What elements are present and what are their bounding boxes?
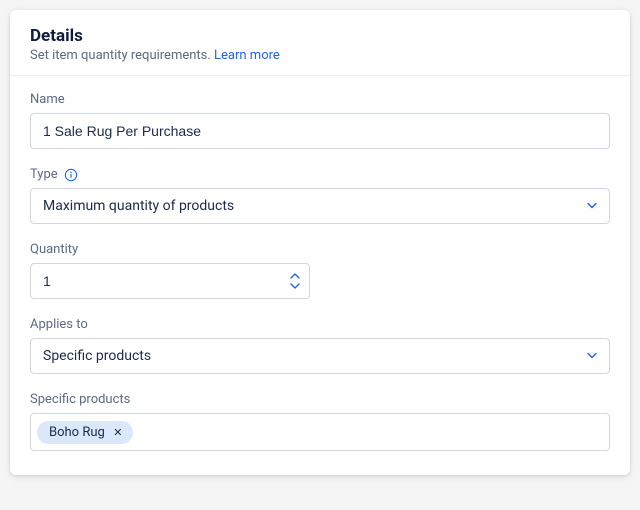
product-tag-label: Boho Rug xyxy=(49,425,105,440)
type-label: Type xyxy=(30,167,58,182)
specific-products-input[interactable]: Boho Rug ✕ xyxy=(30,413,610,451)
card-title: Details xyxy=(30,26,610,46)
applies-to-label: Applies to xyxy=(30,317,88,332)
card-body: Name Type Maximum quantity of products xyxy=(10,76,630,451)
info-icon[interactable] xyxy=(64,168,78,182)
type-value: Maximum quantity of products xyxy=(43,198,234,214)
applies-to-select[interactable]: Specific products xyxy=(30,338,610,374)
name-label: Name xyxy=(30,92,65,107)
quantity-stepper xyxy=(288,271,302,291)
product-tag: Boho Rug ✕ xyxy=(37,421,133,444)
quantity-field: Quantity xyxy=(30,242,610,299)
name-field: Name xyxy=(30,92,610,149)
type-select[interactable]: Maximum quantity of products xyxy=(30,188,610,224)
stepper-up-icon[interactable] xyxy=(288,271,302,281)
quantity-label: Quantity xyxy=(30,242,78,257)
specific-products-label: Specific products xyxy=(30,392,130,407)
type-field: Type Maximum quantity of products xyxy=(30,167,610,224)
applies-to-value: Specific products xyxy=(43,348,151,364)
card-header: Details Set item quantity requirements. … xyxy=(10,10,630,76)
applies-to-field: Applies to Specific products xyxy=(30,317,610,374)
stepper-down-icon[interactable] xyxy=(288,281,302,291)
card-subtitle: Set item quantity requirements. Learn mo… xyxy=(30,48,610,63)
name-input[interactable] xyxy=(30,113,610,149)
subtitle-text: Set item quantity requirements. xyxy=(30,48,214,63)
specific-products-field: Specific products Boho Rug ✕ xyxy=(30,392,610,451)
details-card: Details Set item quantity requirements. … xyxy=(10,10,630,475)
quantity-input[interactable] xyxy=(30,263,310,299)
learn-more-link[interactable]: Learn more xyxy=(214,48,280,63)
close-icon[interactable]: ✕ xyxy=(111,425,125,439)
